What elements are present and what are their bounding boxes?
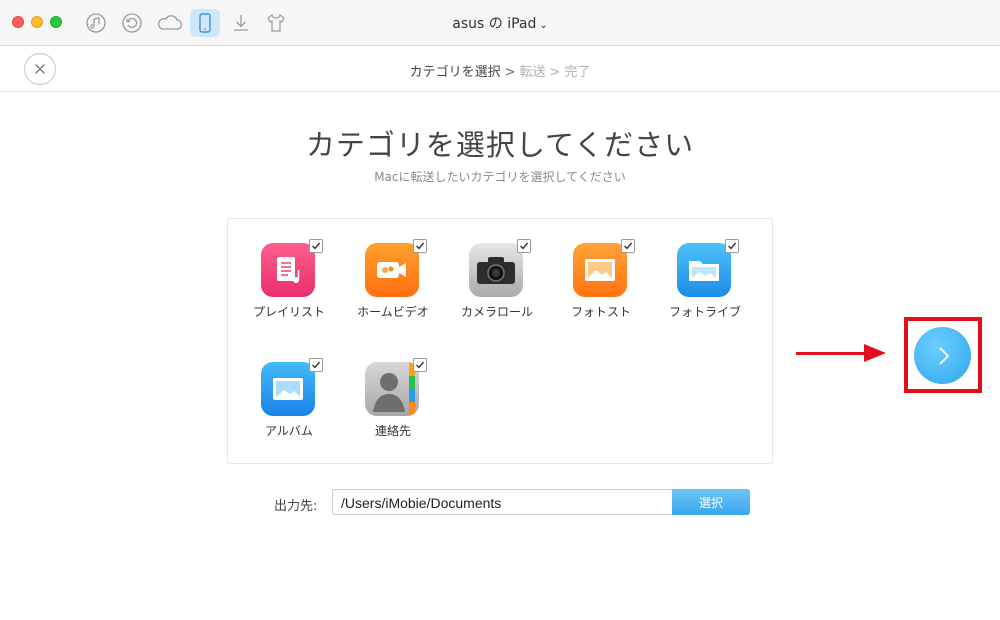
category-label: カメラロール [460, 305, 533, 319]
category-home-video[interactable]: ホームビデオ [341, 239, 445, 320]
category-photo-library[interactable]: フォトライブ [653, 239, 757, 320]
breadcrumb: カテゴリを選択 > 転送 > 完了 [0, 61, 1000, 80]
playlist-icon [261, 243, 315, 297]
step-current: カテゴリを選択 [409, 65, 501, 80]
category-playlist[interactable]: プレイリスト [237, 239, 341, 320]
category-label: アルバム [265, 424, 313, 438]
category-camera-roll[interactable]: カメラロール [445, 239, 549, 320]
page-title: カテゴリを選択してください [305, 128, 695, 162]
device-selector[interactable]: asus の iPad ⌄ [0, 13, 1000, 33]
step-separator: > [549, 65, 561, 80]
checkbox[interactable] [413, 239, 427, 253]
camera-icon [469, 243, 523, 297]
step-complete: 完了 [564, 65, 591, 80]
category-panel: プレイリスト ホームビデオ カメラロール フォトスト フォトライブ アルバム 連… [227, 218, 773, 464]
chevron-down-icon: ⌄ [539, 20, 548, 31]
category-album[interactable]: アルバム [237, 358, 341, 439]
home-video-icon [365, 243, 419, 297]
device-name: asus の iPad [452, 16, 537, 32]
choose-folder-button[interactable]: 選択 [672, 489, 750, 515]
album-icon [261, 362, 315, 416]
category-label: ホームビデオ [357, 305, 429, 319]
checkbox[interactable] [413, 358, 427, 372]
page-subtitle: Macに転送したいカテゴリを選択してください [374, 170, 626, 184]
chevron-right-icon [938, 346, 949, 365]
checkbox[interactable] [621, 239, 635, 253]
step-bar: カテゴリを選択 > 転送 > 完了 [0, 46, 1000, 92]
checkbox[interactable] [517, 239, 531, 253]
category-photo-stream[interactable]: フォトスト [549, 239, 653, 320]
category-label: フォトスト [570, 305, 631, 319]
checkbox[interactable] [725, 239, 739, 253]
step-separator: > [504, 65, 516, 80]
photo-library-icon [677, 243, 731, 297]
output-label: 出力先: [274, 499, 318, 514]
contacts-icon [365, 362, 419, 416]
title-bar: asus の iPad ⌄ [0, 0, 1000, 46]
photo-stream-icon [573, 243, 627, 297]
step-transfer: 転送 [519, 65, 546, 80]
annotation-arrow-head [864, 344, 886, 362]
next-button[interactable] [914, 327, 971, 384]
category-label: 連絡先 [374, 424, 411, 438]
checkbox[interactable] [309, 239, 323, 253]
annotation-arrow [796, 352, 866, 355]
category-label: プレイリスト [252, 305, 325, 319]
category-label: フォトライブ [668, 305, 741, 319]
output-path-field[interactable]: /Users/iMobie/Documents [332, 489, 674, 515]
checkbox[interactable] [309, 358, 323, 372]
category-contacts[interactable]: 連絡先 [341, 358, 445, 439]
